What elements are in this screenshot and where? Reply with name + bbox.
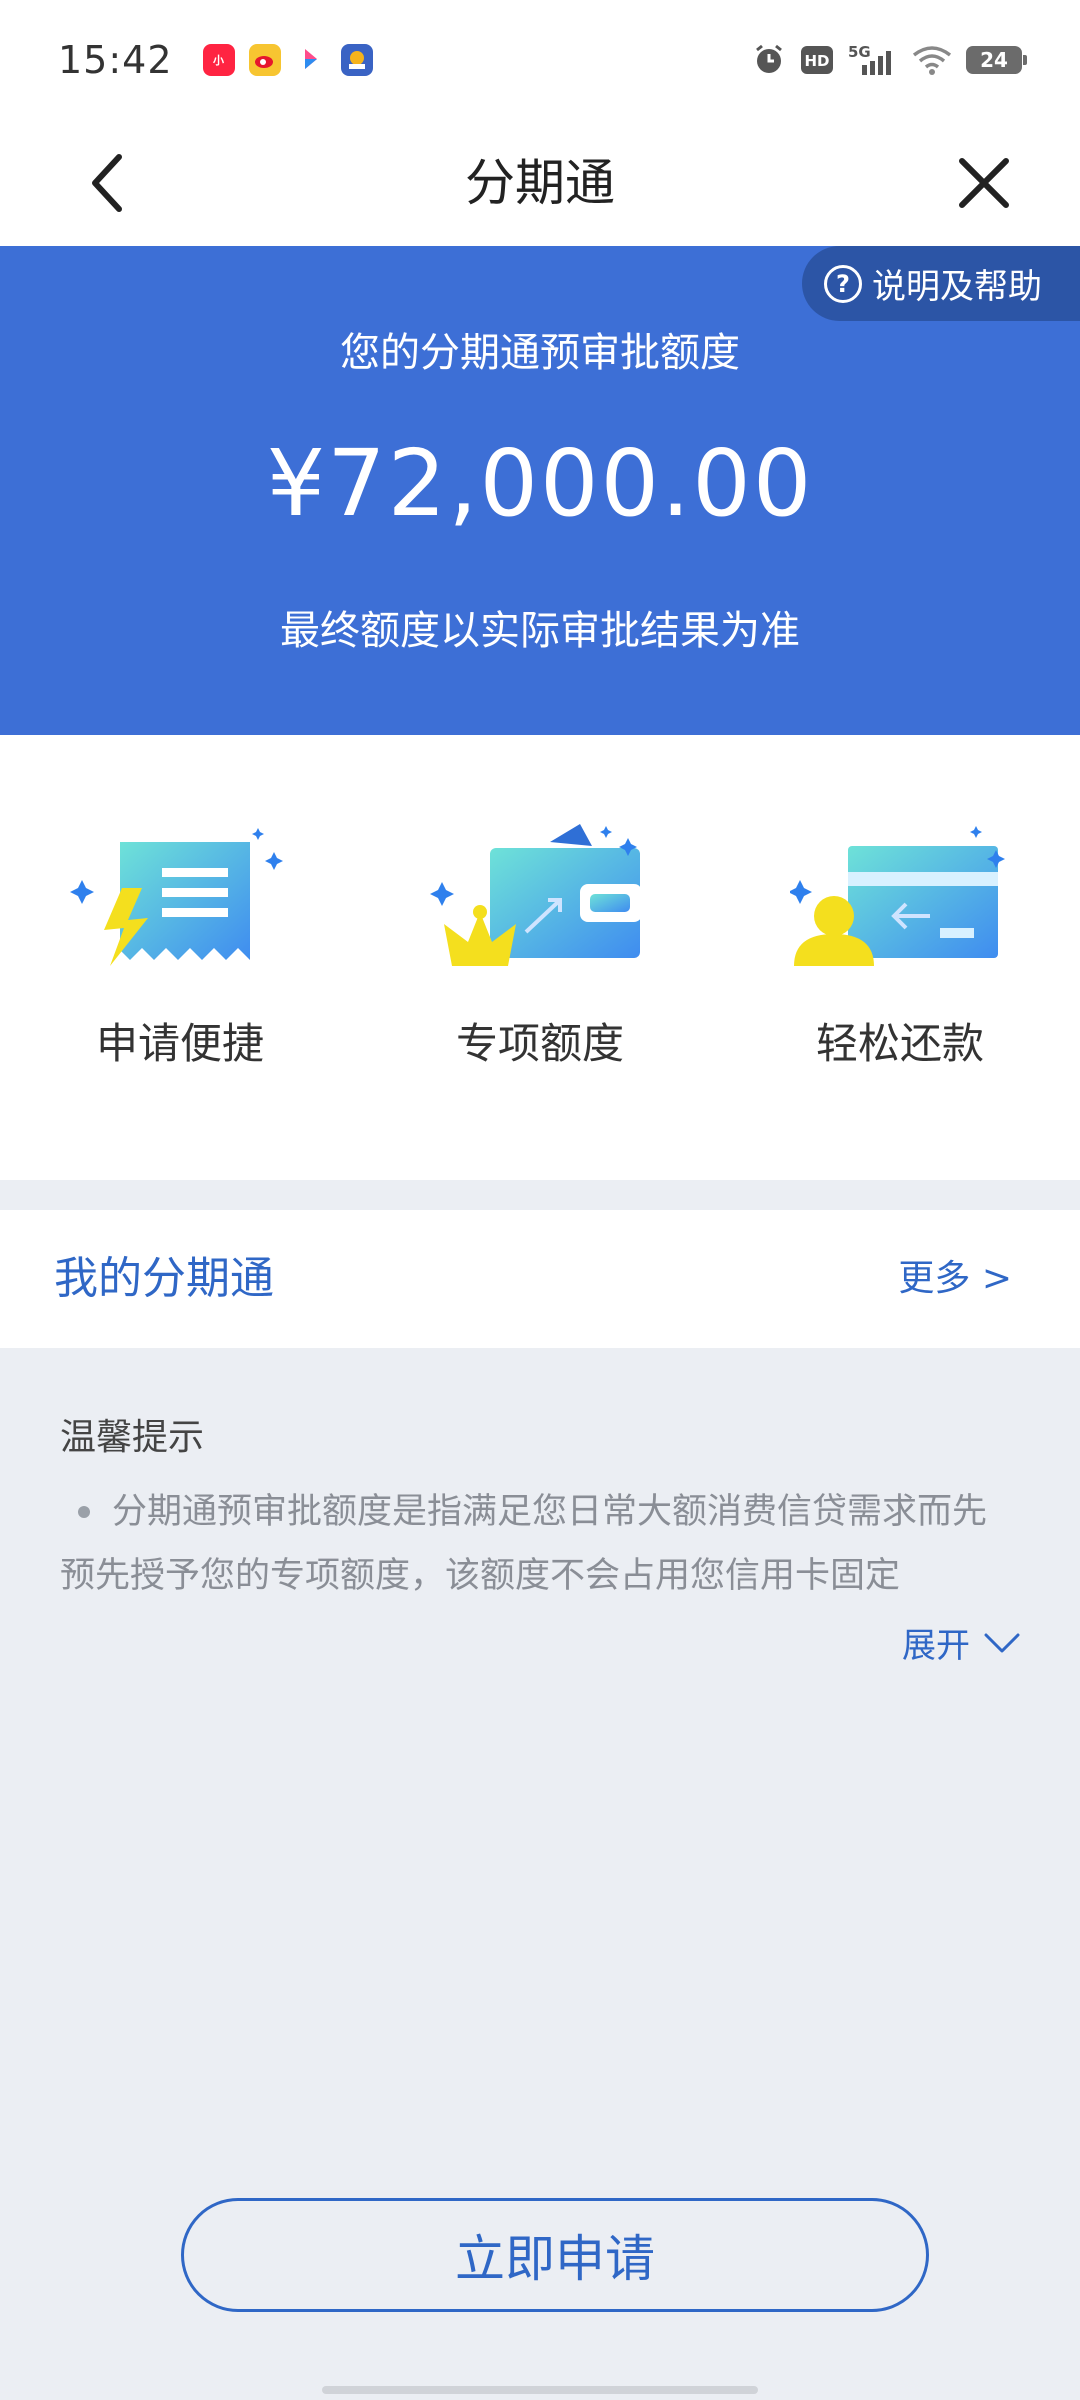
expand-button[interactable]: 展开	[902, 1618, 1022, 1667]
apply-now-button[interactable]: 立即申请	[181, 2198, 929, 2312]
signal-5g-icon: 5G	[848, 43, 898, 77]
help-button[interactable]: ? 说明及帮助	[802, 246, 1080, 321]
tips-text: 分期通预审批额度是指满足您日常大额消费信贷需求而先预先授予您的专项额度，该额度不…	[60, 1492, 988, 1596]
question-circle-icon: ?	[824, 264, 862, 303]
bilibili-icon	[294, 44, 327, 76]
status-left: 15:42 小	[58, 38, 373, 82]
feature-convenient-apply: 申请便捷	[0, 820, 360, 1071]
expand-label: 展开	[902, 1626, 970, 1666]
back-button[interactable]	[72, 145, 142, 221]
wallet-crown-icon	[430, 824, 642, 966]
banner-note: 最终额度以实际审批结果为准	[280, 608, 800, 654]
feature-label: 轻松还款	[815, 1019, 984, 1068]
xiaohongshu-icon: 小	[202, 44, 235, 76]
close-button[interactable]	[946, 145, 1022, 221]
card-person-icon	[790, 826, 1005, 966]
feature-label: 申请便捷	[95, 1019, 264, 1068]
header: 分期通	[0, 120, 1080, 246]
my-installment-section[interactable]: 我的分期通 更多 >	[0, 1210, 1080, 1348]
weibo-icon	[248, 44, 281, 76]
svg-text:5G: 5G	[848, 43, 871, 61]
status-bar: 15:42 小 HD 5G 24	[0, 0, 1080, 120]
credit-amount: ¥72,000.00	[266, 430, 814, 537]
my-installment-title: 我的分期通	[54, 1253, 274, 1304]
credit-limit-banner: ? 说明及帮助 您的分期通预审批额度 ¥72,000.00 最终额度以实际审批结…	[0, 246, 1080, 735]
chevron-left-icon	[92, 154, 122, 212]
tips-title: 温馨提示	[60, 1417, 205, 1458]
wifi-icon	[912, 45, 952, 75]
game-icon	[340, 44, 373, 76]
feature-dedicated-limit: 专项额度	[360, 820, 720, 1071]
help-label: 说明及帮助	[872, 267, 1042, 307]
alarm-icon	[752, 43, 786, 77]
notification-icons: 小	[202, 44, 373, 76]
features-section: 申请便捷 专项额度 轻松还款	[0, 735, 1080, 1180]
feature-easy-repay: 轻松还款	[720, 820, 1080, 1071]
feature-label: 专项额度	[455, 1019, 624, 1068]
svg-text:HD: HD	[804, 52, 829, 70]
status-right: HD 5G 24	[752, 43, 1027, 77]
receipt-lightning-icon	[70, 828, 283, 966]
status-time: 15:42	[58, 38, 173, 82]
close-icon	[959, 158, 1009, 208]
banner-subtitle: 您的分期通预审批额度	[340, 330, 740, 376]
more-link[interactable]: 更多 >	[898, 1210, 1012, 1348]
home-indicator[interactable]	[322, 2386, 758, 2394]
page-title: 分期通	[465, 154, 615, 212]
chevron-down-icon	[984, 1633, 1020, 1652]
hd-icon: HD	[800, 45, 834, 75]
battery-indicator: 24	[966, 46, 1027, 74]
